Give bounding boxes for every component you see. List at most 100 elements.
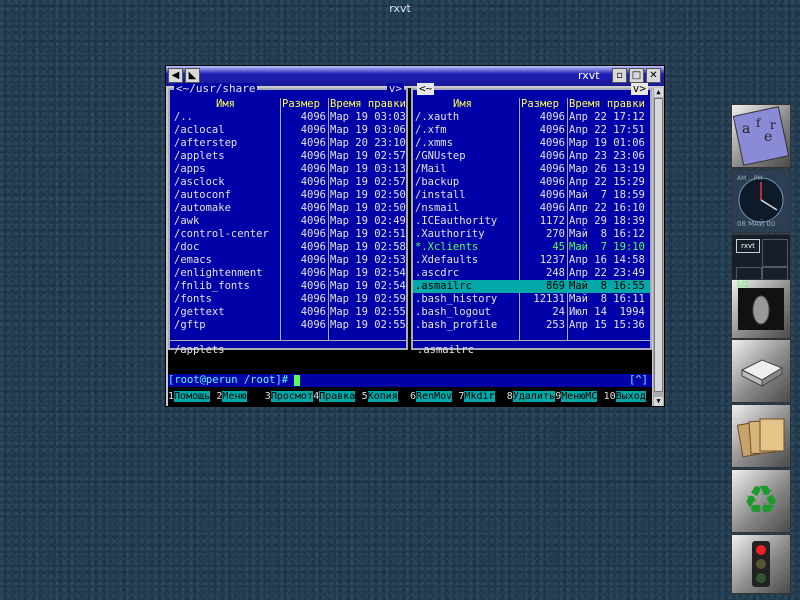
file-row[interactable]: /fnlib_fonts 4096 Мар 19 02:54 — [170, 280, 406, 293]
right-panel-path[interactable]: <~ — [417, 83, 435, 95]
back-icon[interactable]: ◀ — [168, 68, 183, 83]
scrollbar-thumb[interactable] — [654, 98, 663, 392]
file-time: Апр 22 17:12 — [569, 111, 645, 123]
file-row[interactable]: /applets 4096 Мар 19 02:57 — [170, 150, 406, 163]
file-row[interactable]: /autoconf 4096 Мар 19 02:50 — [170, 189, 406, 202]
file-row[interactable]: /asclock 4096 Мар 19 02:57 — [170, 176, 406, 189]
file-row[interactable]: /nsmail 4096 Апр 22 16:10 — [413, 202, 650, 215]
text-cursor — [294, 374, 301, 386]
fkey-9[interactable]: 9МенюMC — [555, 390, 598, 403]
file-row[interactable]: /emacs 4096 Мар 19 02:53 — [170, 254, 406, 267]
file-row[interactable]: /gettext 4096 Мар 19 02:55 — [170, 306, 406, 319]
file-row[interactable]: .asmailrc 869 Май 8 16:55 — [413, 280, 650, 293]
fkey-3[interactable]: 3Просмот — [265, 390, 313, 403]
maximize-icon[interactable]: □ — [629, 68, 644, 83]
file-time: Апр 16 14:58 — [569, 254, 645, 266]
file-row[interactable]: /gftp 4096 Мар 19 02:55 — [170, 319, 406, 332]
recycle-icon[interactable]: ♻ — [731, 469, 791, 533]
fkey-1[interactable]: 1Помощь — [168, 390, 211, 403]
file-size: 4096 — [300, 215, 326, 227]
left-panel-path-indicator[interactable]: v> — [386, 83, 404, 95]
file-row[interactable]: /.xmms 4096 Мар 19 01:06 — [413, 137, 650, 150]
file-name: /fonts — [174, 293, 212, 305]
file-time: Мар 19 02:57 — [330, 176, 406, 188]
file-size: 248 — [546, 267, 565, 279]
afterstep-logo-icon[interactable]: a f e r — [731, 104, 791, 168]
command-line[interactable]: [root@perun /root]# [^] — [168, 374, 652, 387]
file-row[interactable]: /GNUstep 4096 Апр 23 23:06 — [413, 150, 650, 163]
close-icon[interactable]: ✕ — [646, 68, 661, 83]
file-time: Мар 19 02:55 — [330, 306, 406, 318]
iconify-icon[interactable]: ▫ — [612, 68, 627, 83]
file-row[interactable]: /doc 4096 Мар 19 02:58 — [170, 241, 406, 254]
clock-applet[interactable]: AM .. PM 08 МАЙ 00 — [731, 169, 791, 233]
fkey-10[interactable]: 10Выход — [604, 390, 646, 403]
file-row[interactable]: /aclocal 4096 Мар 19 03:06 — [170, 124, 406, 137]
file-time: Май 8 16:55 — [569, 280, 645, 292]
file-row[interactable]: .Xdefaults 1237 Апр 16 14:58 — [413, 254, 650, 267]
file-row[interactable]: /.xauth 4096 Апр 22 17:12 — [413, 111, 650, 124]
left-panel[interactable]: <~/usr/share v> Имя Размер Время правки … — [168, 83, 408, 356]
scroll-down-icon[interactable]: ▼ — [654, 397, 663, 406]
file-time: Мар 19 02:54 — [330, 280, 406, 292]
file-row[interactable]: /afterstep 4096 Мар 20 23:10 — [170, 137, 406, 150]
fkey-6[interactable]: 6RenMov — [410, 390, 453, 403]
file-row[interactable]: .Xauthority 270 Май 8 16:12 — [413, 228, 650, 241]
file-name: /aclocal — [174, 124, 225, 136]
file-row[interactable]: /fonts 4096 Мар 19 02:59 — [170, 293, 406, 306]
left-header-name: Имя — [216, 98, 235, 110]
file-time: Мар 19 02:50 — [330, 202, 406, 214]
file-name: .asmailrc — [415, 280, 472, 292]
file-size: 270 — [546, 228, 565, 240]
file-name: /emacs — [174, 254, 212, 266]
fkey-number: 10 — [603, 391, 616, 402]
file-row[interactable]: /backup 4096 Апр 22 15:29 — [413, 176, 650, 189]
fkey-2[interactable]: 2Меню — [216, 390, 247, 403]
file-time: Мар 20 23:10 — [330, 137, 406, 149]
file-row[interactable]: .bash_logout 24 Июл 14 1994 — [413, 306, 650, 319]
file-row[interactable]: /control-center 4096 Мар 19 02:51 — [170, 228, 406, 241]
file-row[interactable]: *.Xclients 45 Май 7 19:10 — [413, 241, 650, 254]
file-row[interactable]: .bash_history 12131 Май 8 16:11 — [413, 293, 650, 306]
fkey-8[interactable]: 8Удалить — [507, 390, 555, 403]
folders-icon[interactable] — [731, 404, 791, 468]
file-size: 4096 — [539, 150, 565, 162]
file-row[interactable]: /awk 4096 Мар 19 02:49 — [170, 215, 406, 228]
file-time: Мар 19 02:49 — [330, 215, 406, 227]
file-size: 4096 — [300, 254, 326, 266]
file-size: 4096 — [300, 124, 326, 136]
file-row[interactable]: /.xfm 4096 Апр 22 17:51 — [413, 124, 650, 137]
file-name: /autoconf — [174, 189, 231, 201]
file-name: .bash_history — [415, 293, 498, 305]
cd-player-icon[interactable]: 1/2 — [731, 279, 791, 339]
scrollbar[interactable]: ▲ ▼ — [653, 88, 664, 406]
file-row[interactable]: .ICEauthority 1172 Апр 29 18:39 — [413, 215, 650, 228]
right-panel[interactable]: <~ v> Имя Размер Время правки /.xauth 409… — [411, 83, 652, 356]
left-panel-path[interactable]: <~/usr/share — [174, 83, 258, 95]
file-time: Апр 29 18:39 — [569, 215, 645, 227]
menu-icon[interactable]: ◣ — [185, 68, 200, 83]
traffic-light-icon[interactable] — [731, 534, 791, 594]
drive-icon[interactable] — [731, 339, 791, 403]
file-size: 4096 — [300, 150, 326, 162]
right-panel-path-indicator[interactable]: v> — [630, 83, 648, 95]
file-time: Апр 15 15:36 — [569, 319, 645, 331]
file-name: .bash_profile — [415, 319, 498, 331]
file-row[interactable]: /Mail 4096 Мар 26 13:19 — [413, 163, 650, 176]
file-row[interactable]: /apps 4096 Мар 19 03:13 — [170, 163, 406, 176]
fkey-4[interactable]: 4Правка — [313, 390, 356, 403]
scroll-up-icon[interactable]: ▲ — [654, 88, 663, 97]
file-name: /Mail — [415, 163, 447, 175]
file-row[interactable]: .bash_profile 253 Апр 15 15:36 — [413, 319, 650, 332]
file-row[interactable]: .ascdrc 248 Апр 22 23:49 — [413, 267, 650, 280]
file-row[interactable]: /enlightenment 4096 Мар 19 02:54 — [170, 267, 406, 280]
rxvt-window[interactable]: ◀ ◣ rxvt ▫ □ ✕ <~/usr/share v> Имя Разме… — [165, 65, 665, 407]
fkey-5[interactable]: 5Копия — [362, 390, 398, 403]
terminal-area[interactable]: <~/usr/share v> Имя Размер Время правки … — [168, 83, 652, 406]
fkey-7[interactable]: 7Mkdir — [458, 390, 495, 403]
file-row[interactable]: /automake 4096 Мар 19 02:50 — [170, 202, 406, 215]
file-time: Мар 19 02:58 — [330, 241, 406, 253]
file-row[interactable]: /install 4096 Май 7 18:59 — [413, 189, 650, 202]
file-row[interactable]: /.. 4096 Мар 19 03:03 — [170, 111, 406, 124]
mini-counter: 1/2 — [736, 280, 749, 289]
